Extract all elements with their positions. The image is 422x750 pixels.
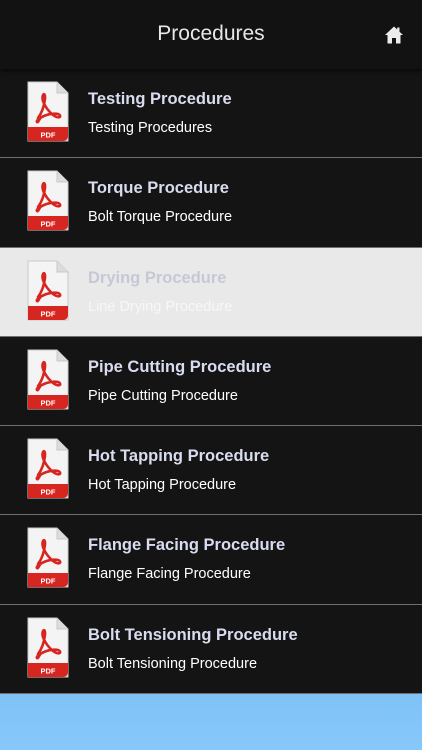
item-subtitle: Bolt Tensioning Procedure [88,655,258,672]
home-button[interactable] [384,25,404,45]
item-subtitle: Pipe Cutting Procedure [88,387,238,404]
item-title: Hot Tapping Procedure [88,447,270,466]
item-title: Pipe Cutting Procedure [88,357,272,376]
pdf-file-icon [26,527,70,589]
list-item[interactable]: Bolt Tensioning Procedure Bolt Tensionin… [0,604,422,695]
item-subtitle: Bolt Torque Procedure [88,209,233,226]
pdf-file-icon [26,438,70,500]
item-title: Torque Procedure [88,179,229,198]
list-item[interactable]: Testing Procedure Testing Procedures [0,69,422,159]
list-item[interactable]: Hot Tapping Procedure Hot Tapping Proced… [0,426,422,516]
pdf-file-icon [26,170,70,232]
item-title: Flange Facing Procedure [88,536,286,555]
page-title: Procedures [157,22,265,45]
item-subtitle: Line Drying Procedure [88,298,233,315]
list-item-selected[interactable]: Drying Procedure Line Drying Procedure [0,247,422,337]
item-title: Testing Procedure [88,90,232,108]
pdf-file-icon [26,260,70,322]
item-subtitle: Flange Facing Procedure [88,566,251,583]
list-item[interactable]: Flange Facing Procedure Flange Facing Pr… [0,515,422,605]
procedure-list: Testing Procedure Testing Procedures Tor… [0,69,422,695]
bottom-bar [0,694,422,750]
pdf-file-icon [26,349,70,411]
home-icon [385,26,403,44]
app-header: Procedures [0,0,422,69]
list-item[interactable]: Pipe Cutting Procedure Pipe Cutting Proc… [0,336,422,427]
item-subtitle: Testing Procedures [88,120,213,136]
pdf-file-icon [26,81,70,143]
item-title: Drying Procedure [88,268,227,287]
list-item[interactable]: Torque Procedure Bolt Torque Procedure [0,158,422,248]
item-subtitle: Hot Tapping Procedure [88,477,237,494]
pdf-file-icon [26,617,70,679]
item-title: Bolt Tensioning Procedure [88,625,298,644]
